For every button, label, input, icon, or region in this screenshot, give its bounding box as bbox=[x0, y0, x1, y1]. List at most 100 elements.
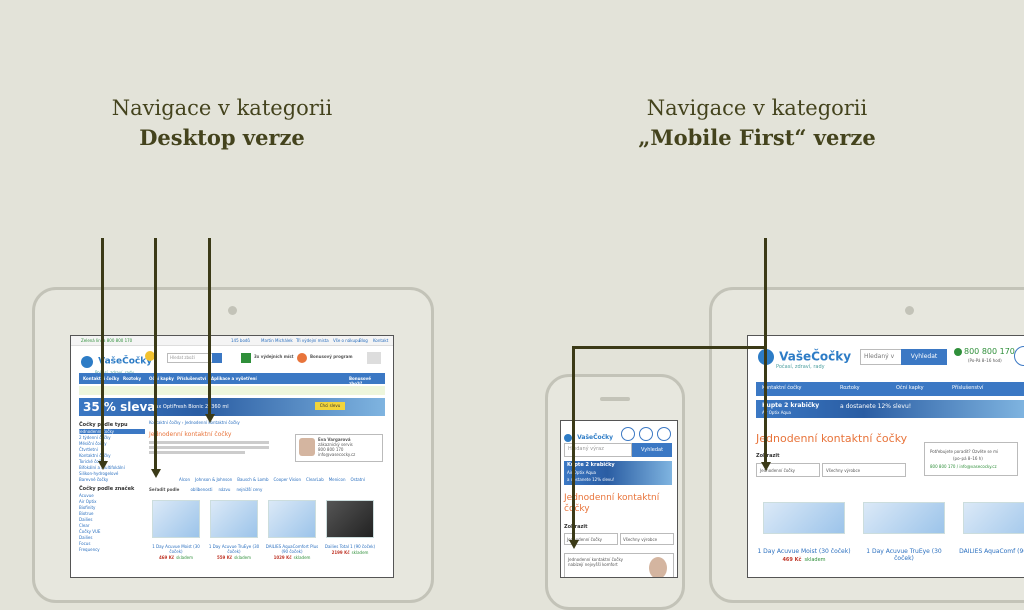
info-strip bbox=[79, 386, 385, 395]
sidebar-brand[interactable]: Dailies bbox=[79, 535, 145, 540]
sidebar-item[interactable]: Bifokální a multifokální bbox=[79, 465, 145, 470]
product-card[interactable]: 1 Day Acuvue Moist (30 čoček) 469 Kč sklad… bbox=[149, 494, 203, 572]
sidebar-item[interactable]: Jednodenní čočky bbox=[79, 429, 145, 434]
product-image bbox=[763, 502, 845, 534]
sidebar-brand[interactable]: Dailies bbox=[79, 517, 145, 522]
product-card[interactable]: 1 Day Acuvue TruEye (30 čoček) 559 Kč skla… bbox=[207, 494, 261, 572]
desktop-logo[interactable]: VašeČočky Počasí, zdraví, rady bbox=[81, 351, 152, 375]
product-name[interactable]: DAILIES AquaComf (90 čoček) bbox=[956, 548, 1024, 555]
camera-dot bbox=[905, 306, 914, 315]
phone-select-brand[interactable]: Všechny výrobce bbox=[620, 533, 674, 545]
sidebar-brand[interactable]: Acuvue bbox=[79, 493, 145, 498]
sidebar-brand[interactable]: Air Optix bbox=[79, 499, 145, 504]
phone-banner[interactable]: Kupte 2 krabičky Air Optix Aqua a dostan… bbox=[564, 461, 672, 485]
advisor-photo bbox=[649, 557, 667, 577]
brand-filter-item[interactable]: Ostatní bbox=[350, 477, 364, 482]
tablet-banner[interactable]: Kupte 2 krabičky Air Optix Aqua a dostan… bbox=[756, 400, 1024, 418]
breadcrumb[interactable]: Kontaktní čočky › Jednodenní kontaktní č… bbox=[149, 420, 385, 425]
topbar-link[interactable]: Kontakt bbox=[373, 338, 388, 343]
sort-option[interactable]: nejnižší ceny bbox=[236, 487, 262, 492]
cart-icon[interactable] bbox=[367, 352, 381, 364]
sidebar-brand[interactable]: Čočky VUE bbox=[79, 529, 145, 534]
product-name[interactable]: 1 Day Acuvue Moist (30 čoček) bbox=[756, 548, 852, 555]
tablet-logo[interactable]: VašeČočky Počasí, zdraví, rady bbox=[758, 346, 851, 370]
product-stock: skladem bbox=[351, 550, 369, 555]
nav-item[interactable]: Roztoky bbox=[123, 376, 141, 381]
product-name[interactable]: Dailies Total 1 (90 čoček) bbox=[323, 544, 377, 549]
tablet-phone[interactable]: 800 800 170 bbox=[964, 347, 1015, 356]
sidebar-item[interactable]: Kontaktní čočky bbox=[79, 453, 145, 458]
bonus-icon bbox=[297, 353, 307, 363]
nav-item[interactable]: Kontaktní čočky bbox=[762, 386, 802, 391]
help-contact[interactable]: 800 800 170 / info@vasecocky.cz bbox=[930, 464, 997, 469]
brand-filter-item[interactable]: ClearLab bbox=[306, 477, 324, 482]
product-price-row: 559 Kč skladem bbox=[207, 555, 261, 560]
arrow-head bbox=[761, 462, 771, 471]
product-name[interactable]: 1 Day Acuvue TruEye (30 čoček) bbox=[856, 548, 952, 562]
search-button[interactable] bbox=[212, 353, 222, 363]
sidebar-brand[interactable]: Biofinity bbox=[79, 505, 145, 510]
topbar-link[interactable]: Blog bbox=[359, 338, 368, 343]
phone-icon[interactable] bbox=[621, 427, 635, 441]
sidebar-brand[interactable]: Biotrue bbox=[79, 511, 145, 516]
brand-filter-item[interactable]: Cooper Vision bbox=[274, 477, 302, 482]
product-card[interactable]: DAILIES AquaComf (90 čoček) bbox=[956, 498, 1024, 577]
pickup-icon bbox=[241, 353, 251, 363]
topbar-link[interactable]: Tři výdejní místa bbox=[296, 338, 329, 343]
product-card[interactable]: 1 Day Acuvue Moist (30 čoček) 469 Kč sklad… bbox=[756, 498, 852, 577]
product-stock: skladem bbox=[176, 555, 194, 560]
brand-filter-item[interactable]: Menicon bbox=[329, 477, 346, 482]
tablet-search-button[interactable]: Vyhledat bbox=[901, 349, 947, 365]
topbar-link[interactable]: Martin Michálek bbox=[261, 338, 293, 343]
sidebar-item[interactable]: 2 týdenní čočky bbox=[79, 435, 145, 440]
sidebar-item[interactable]: Měsíční čočky bbox=[79, 441, 145, 446]
product-name[interactable]: 1 Day Acuvue TruEye (30 čoček) bbox=[207, 544, 261, 554]
user-icon[interactable] bbox=[639, 427, 653, 441]
sort-option[interactable]: oblíbenosti bbox=[190, 487, 212, 492]
sidebar-item[interactable]: Čtvrtletní bbox=[79, 447, 145, 452]
product-card[interactable]: 1 Day Acuvue TruEye (30 čoček) bbox=[856, 498, 952, 577]
topbar-link[interactable]: 145 bodů bbox=[231, 338, 250, 343]
advisor-email[interactable]: info@vasecocky.cz bbox=[318, 452, 355, 457]
user-icon[interactable] bbox=[1014, 346, 1024, 366]
arrow-line bbox=[101, 238, 104, 462]
nav-item[interactable]: Oční kapky bbox=[149, 376, 174, 381]
desktop-topbar: Zelená linka 800 800 170 145 bodů Martin… bbox=[71, 336, 393, 346]
sidebar-item[interactable]: Barevné čočky bbox=[79, 477, 145, 482]
logo-icon bbox=[81, 355, 93, 368]
search-input[interactable]: Hledat zboží bbox=[167, 353, 213, 363]
sidebar-item[interactable]: Silikon-hydrogelové bbox=[79, 471, 145, 476]
sidebar-title-brands: Čočky podle značek bbox=[79, 486, 135, 492]
sort-option[interactable]: názvu bbox=[218, 487, 230, 492]
product-price-row bbox=[956, 557, 1024, 563]
desktop-banner[interactable]: 35 % sleva Max OptiFresh Bionic 2x360 ml… bbox=[79, 398, 385, 416]
cart-icon[interactable] bbox=[657, 427, 671, 441]
banner-button[interactable]: Chci slevu bbox=[315, 402, 345, 410]
product-card[interactable]: Dailies Total 1 (90 čoček) 2199 Kč skladem bbox=[323, 494, 377, 572]
nav-item[interactable]: Příslušenství bbox=[177, 376, 206, 381]
arrow-line bbox=[764, 238, 767, 346]
topbar-link[interactable]: Vše o nákupu bbox=[333, 338, 360, 343]
tablet-search-input[interactable]: Hledaný v bbox=[860, 349, 902, 365]
nav-item[interactable]: Aplikace a vyšetření bbox=[211, 376, 257, 381]
desktop-nav: Kontaktní čočky Roztoky Oční kapky Přísl… bbox=[79, 373, 385, 386]
promo-bonus[interactable]: Bonusový program bbox=[310, 354, 353, 359]
tablet-select-brand[interactable]: Všechny výrobce bbox=[822, 463, 906, 477]
promo-pickup[interactable]: 3x výdejních míst bbox=[254, 354, 294, 359]
tablet-screen: VašeČočky Počasí, zdraví, rady Hledaný v… bbox=[747, 335, 1024, 578]
nav-item[interactable]: Oční kapky bbox=[896, 386, 924, 391]
sidebar-brand[interactable]: Clear bbox=[79, 523, 145, 528]
product-image bbox=[326, 500, 374, 538]
product-name[interactable]: 1 Day Acuvue Moist (30 čoček) bbox=[149, 544, 203, 554]
sidebar-brand[interactable]: Focus bbox=[79, 541, 145, 546]
sidebar-brand[interactable]: Frequency bbox=[79, 547, 145, 552]
nav-item[interactable]: Příslušenství bbox=[952, 386, 983, 391]
product-name[interactable]: DAILIES AquaComfort Plus (90 čoček) bbox=[265, 544, 319, 554]
product-stock: skladem bbox=[234, 555, 252, 560]
nav-item[interactable]: Roztoky bbox=[840, 386, 860, 391]
product-card[interactable]: DAILIES AquaComfort Plus (90 čoček) 1029 … bbox=[265, 494, 319, 572]
arrow-line bbox=[154, 238, 157, 470]
phone-search-button[interactable]: Vyhledat bbox=[632, 443, 672, 457]
nav-bonus[interactable]: Bonusové zboží! bbox=[349, 376, 385, 386]
sidebar-item[interactable]: Torické čočky bbox=[79, 459, 145, 464]
